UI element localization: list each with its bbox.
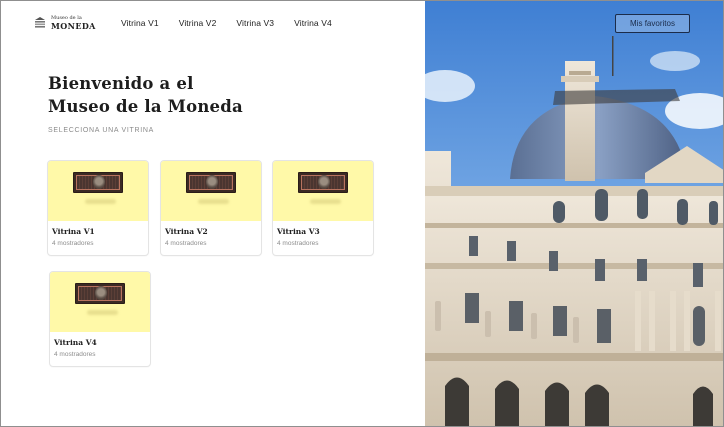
page-title-line-2: Museo de la Moneda	[48, 97, 243, 116]
blurred-caption	[85, 199, 116, 204]
logo-text-big: MONEDA	[51, 21, 96, 31]
vitrina-card-v4[interactable]: Vitrina V4 4 mostradores	[49, 271, 151, 367]
card-title: Vitrina V2	[165, 227, 208, 236]
nav-link-v4[interactable]: Vitrina V4	[294, 18, 332, 28]
card-title: Vitrina V1	[52, 227, 95, 236]
museum-building-photo	[425, 1, 723, 426]
page-title-line-1: Bienvenido a el	[48, 74, 194, 93]
logo-icon	[35, 17, 45, 28]
blurred-caption	[310, 199, 341, 204]
nav-link-v3[interactable]: Vitrina V3	[236, 18, 274, 28]
app-frame: Museo de la MONEDA Vitrina V1 Vitrina V2…	[0, 0, 724, 427]
banknote-image	[75, 283, 125, 304]
blurred-caption	[198, 199, 229, 204]
card-title: Vitrina V4	[54, 338, 97, 347]
banknote-image	[73, 172, 123, 193]
banknote-image	[298, 172, 348, 193]
vitrina-card-v1[interactable]: Vitrina V1 4 mostradores	[47, 160, 149, 256]
card-subtitle: 4 mostradores	[165, 240, 207, 247]
card-title: Vitrina V3	[277, 227, 320, 236]
card-thumbnail	[50, 272, 150, 332]
card-thumbnail	[161, 161, 261, 221]
favorites-button[interactable]: Mis favoritos	[615, 14, 690, 33]
louvre-facade-illustration	[425, 1, 723, 426]
museum-logo[interactable]: Museo de la MONEDA	[34, 16, 96, 30]
vitrina-card-v2[interactable]: Vitrina V2 4 mostradores	[160, 160, 262, 256]
card-subtitle: 4 mostradores	[277, 240, 319, 247]
blurred-caption	[87, 310, 118, 315]
card-subtitle: 4 mostradores	[54, 351, 96, 358]
page-title: Bienvenido a el Museo de la Moneda	[48, 72, 243, 118]
page-subtitle: SELECCIONA UNA VITRINA	[48, 127, 155, 134]
main-nav: Vitrina V1 Vitrina V2 Vitrina V3 Vitrina…	[121, 18, 352, 28]
vitrina-card-v3[interactable]: Vitrina V3 4 mostradores	[272, 160, 374, 256]
banknote-image	[186, 172, 236, 193]
card-thumbnail	[48, 161, 148, 221]
card-subtitle: 4 mostradores	[52, 240, 94, 247]
card-thumbnail	[273, 161, 373, 221]
nav-link-v1[interactable]: Vitrina V1	[121, 18, 159, 28]
nav-link-v2[interactable]: Vitrina V2	[179, 18, 217, 28]
